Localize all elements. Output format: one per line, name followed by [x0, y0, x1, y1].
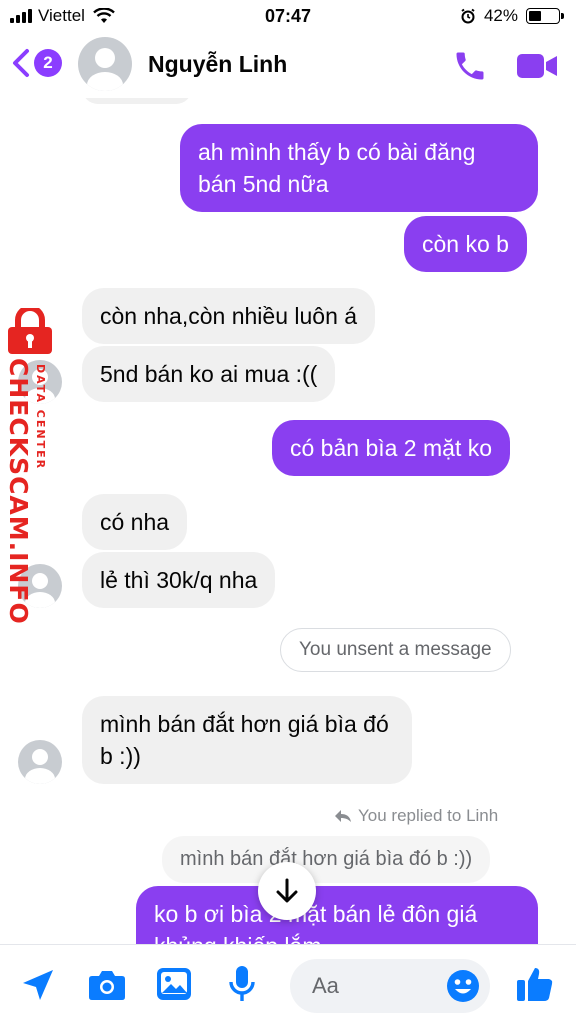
- send-arrow-icon: [23, 970, 53, 1000]
- contact-avatar-small[interactable]: [18, 740, 62, 784]
- alarm-icon: [461, 8, 475, 24]
- message-input-placeholder: Aa: [312, 973, 339, 998]
- camera-button[interactable]: [88, 969, 126, 1006]
- like-button[interactable]: [516, 965, 554, 1008]
- thumbs-up-icon: [517, 968, 553, 1001]
- call-button[interactable]: [452, 48, 488, 89]
- message-bubble-incoming[interactable]: lẻ thì 30k/q nha: [82, 552, 276, 608]
- phone-icon: [456, 52, 484, 80]
- scroll-to-bottom-button[interactable]: [258, 862, 316, 920]
- message-bubble-outgoing[interactable]: ah mình thấy b có bài đăng bán 5nd nữa: [180, 124, 538, 212]
- message-bubble-incoming[interactable]: có nha: [82, 494, 188, 550]
- quoted-message[interactable]: mình bán đắt hơn giá bìa đó b :)): [162, 836, 491, 883]
- message-bubble-outgoing[interactable]: ko b ơi bìa 2 mặt bán lẻ đôn giá khủng k…: [136, 886, 538, 944]
- emoji-button[interactable]: [446, 969, 480, 1008]
- user-silhouette-icon: [25, 749, 55, 784]
- chat-header: 2 Nguyễn Linh: [0, 34, 576, 98]
- reply-indicator: You replied to Linh: [334, 806, 498, 826]
- video-camera-icon: [517, 54, 557, 78]
- reply-indicator-text: You replied to Linh: [358, 806, 499, 825]
- message-bubble-outgoing[interactable]: có bản bìa 2 mặt ko: [272, 420, 511, 476]
- watermark: CHECKSCAM.INFO DATA CENTER: [0, 308, 64, 625]
- composer-bar: Aa: [0, 944, 576, 1024]
- message-bubble-incoming[interactable]: mình bán đắt hơn giá bìa đó b :)): [82, 696, 412, 784]
- gallery-button[interactable]: [156, 967, 192, 1006]
- status-bar: Viettel 07:47 42%: [0, 0, 576, 34]
- back-button[interactable]: 2: [10, 48, 62, 78]
- message-bubble-incoming[interactable]: còn nha,còn nhiều luôn á: [82, 288, 376, 344]
- voice-message-button[interactable]: [228, 965, 256, 1008]
- padlock-icon: [8, 308, 52, 354]
- message-input[interactable]: Aa: [290, 959, 490, 1013]
- reply-arrow-icon: [335, 810, 351, 822]
- gallery-icon: [157, 968, 191, 1000]
- chevron-left-icon: [13, 49, 29, 77]
- watermark-subtext: DATA CENTER: [34, 364, 47, 471]
- user-silhouette-icon: [87, 48, 123, 91]
- microphone-icon: [229, 966, 255, 1001]
- battery-level: [529, 11, 541, 21]
- battery-icon: [526, 8, 564, 24]
- unread-badge: 2: [34, 49, 62, 77]
- message-bubble-outgoing[interactable]: còn ko b: [404, 216, 527, 272]
- send-location-button[interactable]: [20, 967, 56, 1008]
- camera-icon: [89, 971, 125, 1000]
- unsent-message-notice: You unsent a message: [280, 628, 511, 672]
- arrow-down-icon: [276, 878, 298, 903]
- emoji-icon: [447, 970, 479, 1002]
- battery-percent: 42%: [483, 6, 518, 25]
- contact-avatar[interactable]: [78, 37, 132, 91]
- contact-name[interactable]: Nguyễn Linh: [148, 51, 287, 78]
- chat-thread[interactable]: ah mình thấy b có bài đăng bán 5nd nữa c…: [0, 98, 576, 944]
- watermark-text: CHECKSCAM.INFO: [4, 358, 33, 625]
- partial-message-bubble: [82, 98, 192, 104]
- status-right: 42%: [460, 6, 564, 26]
- message-bubble-incoming[interactable]: 5nd bán ko ai mua :((: [82, 346, 336, 402]
- video-call-button[interactable]: [516, 52, 558, 85]
